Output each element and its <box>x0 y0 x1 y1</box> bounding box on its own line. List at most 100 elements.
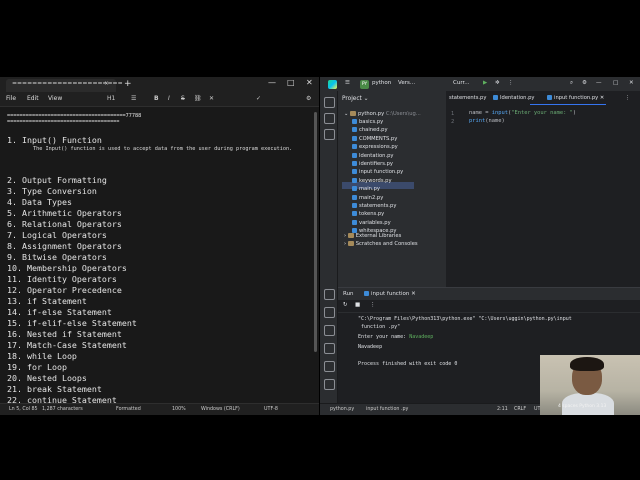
scratches-and-consoles[interactable]: › Scratches and Consoles <box>344 241 418 247</box>
list-item: 15. if-elif-else Statement <box>7 318 137 328</box>
project-tool-icon[interactable] <box>324 97 335 108</box>
zoom-level[interactable]: 100% <box>172 407 186 412</box>
item-description: The Input() function is used to accept d… <box>33 146 293 152</box>
more-icon[interactable]: ⋮ <box>370 302 376 308</box>
file-tree-item[interactable]: statements.py <box>352 203 396 209</box>
file-tree-item[interactable]: expressions.py <box>352 144 398 150</box>
clear-format-icon[interactable]: ✕ <box>209 95 214 102</box>
char-count: 1,287 characters <box>42 407 83 412</box>
list-item: 5. Arithmetic Operators <box>7 208 122 218</box>
file-tree-item[interactable]: variables.py <box>352 219 391 226</box>
python-console-icon[interactable] <box>324 325 335 336</box>
file-tree-item[interactable]: input function.py <box>352 169 403 175</box>
line-ending[interactable]: Windows (CRLF) <box>201 407 240 412</box>
structure-tool-icon[interactable] <box>324 113 335 124</box>
problems-icon[interactable] <box>324 343 335 354</box>
list-item: 18. while Loop <box>7 351 77 361</box>
file-tree-item[interactable]: main2.py <box>352 194 384 201</box>
file-tree-item-label: main2.py <box>359 194 384 201</box>
list-item: 4. Data Types <box>7 197 72 207</box>
gear-icon[interactable]: ⚙ <box>582 80 587 86</box>
bold-button[interactable]: B <box>154 95 159 102</box>
minimize-icon[interactable]: — <box>268 78 276 87</box>
line-separator[interactable]: CRLF <box>514 407 526 412</box>
console-exit-message: Process finished with exit code 0 <box>358 361 458 367</box>
menu-view[interactable]: View <box>48 95 62 102</box>
search-icon[interactable]: ⌕ <box>570 80 573 87</box>
file-tree-item[interactable]: Identation.py <box>352 152 393 159</box>
scrollbar[interactable] <box>314 112 317 352</box>
tab-identation-label: Identation.py <box>500 95 535 101</box>
project-badge: PY <box>360 80 369 89</box>
menu-file[interactable]: File <box>6 95 16 102</box>
code-editor[interactable]: 1 2 name = input("Enter your name: ") pr… <box>447 105 640 287</box>
list-item: 22. continue Statement <box>7 395 117 403</box>
tool-window-strip <box>320 91 338 415</box>
file-tree-item[interactable]: chained.py <box>352 127 388 133</box>
more-tools-icon[interactable] <box>324 129 335 140</box>
list-item: 17. Match-Case Statement <box>7 340 127 350</box>
gear-icon[interactable]: ⚙ <box>306 95 311 102</box>
console-prompt: Enter your name: <box>358 334 410 340</box>
notepad-tab[interactable]: ====================== × <box>6 79 123 92</box>
hamburger-menu-icon[interactable]: ☰ <box>345 80 350 86</box>
tab-input-function[interactable]: input function.py ✕ <box>547 95 604 101</box>
list-item: 16. Nested if Statement <box>7 329 122 339</box>
run-tool-icon[interactable] <box>324 289 335 300</box>
rerun-icon[interactable]: ↻ <box>343 302 348 308</box>
python-packages-icon[interactable] <box>324 307 335 318</box>
tabs-more-icon[interactable]: ⋮ <box>625 95 630 101</box>
breadcrumb-root[interactable]: python.py <box>330 407 354 412</box>
list-item: 8. Assignment Operators <box>7 241 122 251</box>
tab-identation[interactable]: Identation.py <box>493 95 534 101</box>
breadcrumb-file[interactable]: input function .py <box>366 407 408 412</box>
python-file-icon <box>352 119 357 124</box>
strikethrough-button[interactable]: S <box>181 95 185 102</box>
terminal-icon[interactable] <box>324 361 335 372</box>
file-tree-item[interactable]: COMMENTS.py <box>352 135 397 142</box>
run-config-selector[interactable]: Curr... <box>453 80 470 86</box>
spellcheck-icon[interactable]: ✓ <box>256 95 261 102</box>
vcs-selector[interactable]: Vers... <box>398 80 415 86</box>
close-window-icon[interactable]: ✕ <box>306 78 313 87</box>
file-tree-item-label: main.py <box>359 186 380 193</box>
list-item: 19. for Loop <box>7 362 67 372</box>
project-panel-title[interactable]: Project ⌄ <box>342 96 369 102</box>
close-window-icon[interactable]: ✕ <box>629 80 634 86</box>
file-tree-item[interactable]: identifiers.py <box>352 161 393 167</box>
maximize-icon[interactable]: □ <box>287 78 295 87</box>
python-file-icon <box>352 144 357 150</box>
run-config-tab[interactable]: input function ✕ <box>364 291 416 297</box>
close-tab-icon[interactable]: × <box>104 80 109 87</box>
notepad-text-area[interactable]: ======================================77… <box>0 107 312 403</box>
minimize-icon[interactable]: — <box>596 80 602 86</box>
run-tab[interactable]: Run <box>343 291 354 297</box>
heading-dropdown[interactable]: H1 <box>107 95 115 102</box>
encoding[interactable]: UTF-8 <box>264 407 278 412</box>
tree-root[interactable]: ⌄ python.py C:\Users\ug... <box>344 111 421 117</box>
maximize-icon[interactable]: □ <box>613 80 618 86</box>
file-tree-item[interactable]: main.py <box>352 186 380 192</box>
notepad-menubar: File Edit View H1 ☰ B I S ⛓ ✕ ✓ ⚙ <box>0 92 319 107</box>
file-tree-item[interactable]: keywords.py <box>352 177 392 184</box>
scratches-label: Scratches and Consoles <box>355 241 418 247</box>
caret-position[interactable]: 2:11 <box>497 407 508 412</box>
link-icon[interactable]: ⛓ <box>194 95 202 102</box>
tab-statements[interactable]: statements.py <box>449 95 486 101</box>
menu-edit[interactable]: Edit <box>27 95 39 102</box>
stop-icon[interactable]: ■ <box>355 302 360 308</box>
italic-button[interactable]: I <box>168 95 170 102</box>
more-icon[interactable]: ⋮ <box>508 80 514 86</box>
code-line: name = input("Enter your name: ") <box>469 110 576 116</box>
debug-icon[interactable]: ✲ <box>495 80 500 86</box>
run-icon[interactable]: ▶ <box>483 80 487 86</box>
list-icon[interactable]: ☰ <box>131 95 136 102</box>
project-selector[interactable]: python <box>372 80 391 86</box>
line-number: 1 <box>451 111 455 117</box>
file-tree-item[interactable]: tokens.py <box>352 211 384 217</box>
vcs-icon[interactable] <box>324 379 335 390</box>
format-status[interactable]: Formatted <box>116 407 141 412</box>
external-libraries[interactable]: › External Libraries <box>344 233 401 239</box>
new-tab-button[interactable]: + <box>124 79 132 89</box>
file-tree-item[interactable]: basics.py <box>352 119 383 125</box>
